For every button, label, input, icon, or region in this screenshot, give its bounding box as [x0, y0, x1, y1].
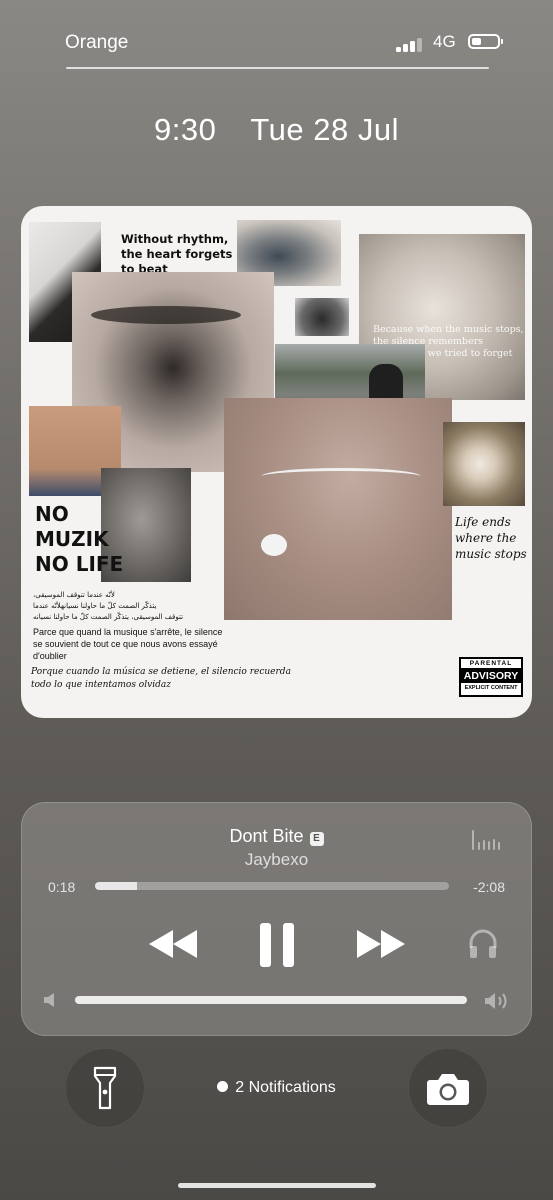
notification-dot [217, 1081, 229, 1092]
notifications-label: 2 Notifications [235, 1079, 336, 1096]
remaining-time: -2:08 [473, 879, 505, 895]
arabic-line-2: يتذكّر الصمت كلّ ما حاولنا نسيانهلأنّه ع… [33, 602, 157, 610]
volume-high-icon [485, 993, 507, 1009]
airplay-waveform-icon[interactable] [472, 830, 500, 850]
headphones-icon[interactable] [467, 928, 499, 960]
volume-low-icon [44, 993, 54, 1007]
camera-button[interactable] [408, 1048, 488, 1128]
slogan-line-1: NO [35, 502, 69, 526]
battery-icon [468, 34, 503, 49]
volume-fill [75, 996, 467, 1004]
french-text: Parce que quand la musique s'arrête, le … [33, 627, 223, 661]
fast-forward-icon[interactable] [355, 928, 407, 960]
collage-dark-face-photo [295, 298, 349, 336]
rewind-icon[interactable] [147, 928, 199, 960]
album-artwork: Without rhythm, the heart forgets to bea… [21, 206, 532, 718]
progress-scrubber[interactable] [95, 882, 449, 890]
track-artist: Jaybexo [244, 850, 309, 869]
notch-divider [66, 67, 489, 69]
volume-slider[interactable] [75, 996, 467, 1004]
quote-life-ends: Life ends where the music stops [455, 515, 527, 561]
network-type: 4G [433, 32, 456, 51]
collage-earbud [261, 534, 287, 556]
arabic-line-3: تتوقف الموسيقى، يتذكّر الصمت كلّ ما حاول… [33, 613, 184, 621]
now-playing-widget[interactable]: Dont Bite E Jaybexo 0:18 -2:08 [21, 802, 532, 1036]
lock-date: Tue 28 Jul [250, 112, 399, 147]
collage-eyebrow-shade [91, 306, 241, 324]
collage-neck-earphones-photo [224, 398, 452, 620]
camera-icon [427, 1074, 469, 1105]
advisory-top: PARENTAL [461, 659, 521, 669]
elapsed-time: 0:18 [48, 879, 76, 895]
track-title-row[interactable]: Dont Bite E [21, 826, 532, 847]
home-indicator[interactable] [178, 1183, 376, 1188]
carrier-name: Orange [65, 32, 129, 53]
spanish-text: Porque cuando la música se detiene, el s… [31, 667, 291, 690]
slogan-line-3: NO LIFE [35, 552, 124, 576]
collage-earphone-cable [261, 468, 421, 485]
slogan: NO MUZIK NO LIFE [35, 502, 125, 577]
quote-rhythm: Without rhythm, the heart forgets to bea… [121, 232, 233, 276]
slogan-line-2: MUZIK [35, 527, 109, 551]
lock-clock: 9:30 Tue 28 Jul [0, 112, 553, 148]
explicit-badge: E [309, 832, 324, 846]
signal-icon [396, 38, 426, 52]
status-bar: Orange 4G [0, 30, 553, 56]
parental-advisory-label: PARENTAL ADVISORY EXPLICIT CONTENT [459, 657, 523, 697]
advisory-bottom: EXPLICIT CONTENT [464, 685, 518, 691]
progress-fill [95, 882, 138, 890]
arabic-line-1: لأنّه عندما تتوقف الموسيقى، [33, 591, 115, 599]
collage-hay-photo [443, 422, 525, 506]
arabic-text: لأنّه عندما تتوقف الموسيقى، يتذكّر الصمت… [33, 590, 233, 623]
lock-time: 9:30 [154, 112, 217, 147]
pause-icon[interactable] [259, 922, 295, 968]
track-title: Dont Bite [229, 826, 304, 846]
advisory-main: ADVISORY [461, 669, 521, 683]
